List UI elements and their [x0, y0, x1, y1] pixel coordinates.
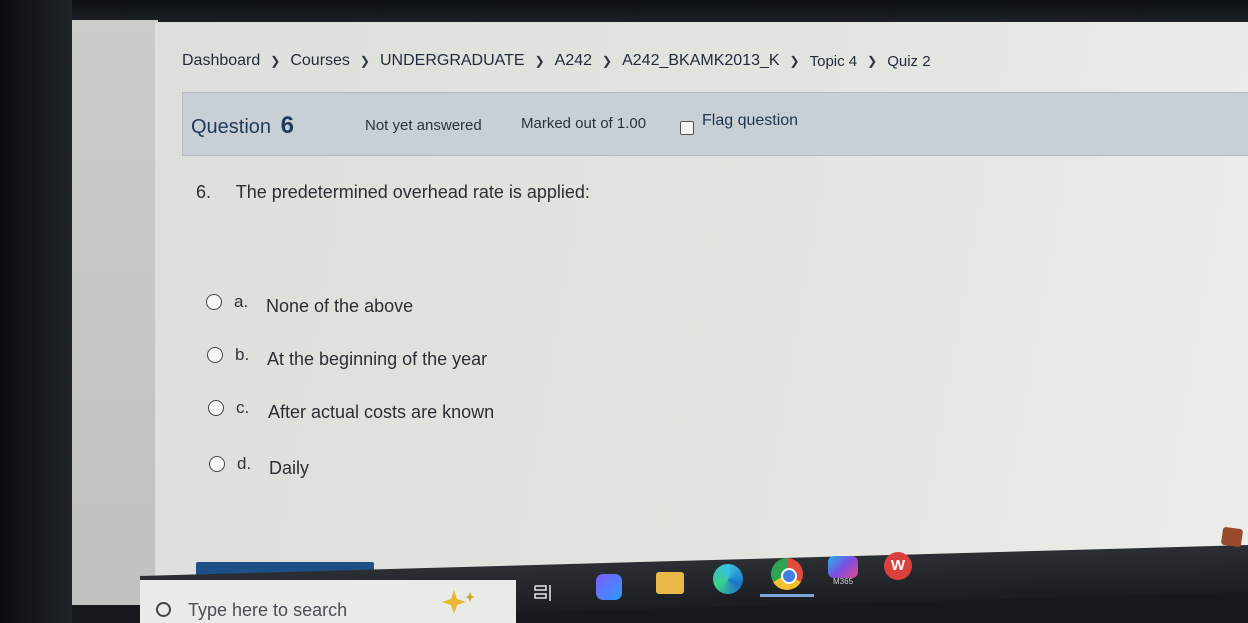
sticker-logo [1220, 526, 1244, 548]
question-info-bar: Question 6 Not yet answered Marked out o… [182, 92, 1248, 156]
monitor-bezel-left [0, 0, 72, 623]
chevron-right-icon: ❯ [534, 54, 545, 68]
chrome-icon[interactable] [771, 558, 803, 590]
chevron-right-icon: ❯ [867, 54, 878, 68]
copilot-sparkle-icon[interactable] [438, 586, 478, 616]
task-view-icon[interactable] [534, 583, 554, 603]
option-text: At the beginning of the year [267, 349, 488, 369]
question-title-prefix: Question [191, 116, 272, 138]
question-text: 6. The predetermined overhead rate is ap… [196, 182, 590, 203]
question-text-number: 6. [196, 182, 212, 202]
option-letter: a. [234, 291, 249, 311]
breadcrumb-topic[interactable]: Topic 4 [810, 53, 858, 70]
breadcrumb-quiz[interactable]: Quiz 2 [887, 53, 930, 70]
answer-option-b[interactable]: b. At the beginning of the year [207, 339, 487, 370]
file-explorer-icon[interactable] [656, 572, 684, 594]
taskbar-search-box[interactable]: Type here to search [140, 580, 516, 623]
option-letter: b. [235, 344, 250, 364]
flag-question-link[interactable]: Flag question [702, 112, 798, 130]
answer-option-c[interactable]: c. After actual costs are known [208, 392, 494, 423]
radio-button[interactable] [209, 455, 225, 472]
chevron-right-icon: ❯ [789, 54, 800, 68]
breadcrumb-course-code[interactable]: A242_BKAMK2013_K [622, 52, 779, 70]
breadcrumb-courses[interactable]: Courses [290, 52, 350, 70]
answer-option-a[interactable]: a. None of the above [206, 286, 413, 317]
drawer-strip [72, 20, 158, 605]
breadcrumb: Dashboard ❯ Courses ❯ UNDERGRADUATE ❯ A2… [182, 52, 931, 70]
chevron-right-icon: ❯ [602, 54, 613, 68]
chevron-right-icon: ❯ [270, 54, 281, 68]
radio-button[interactable] [207, 346, 223, 363]
flag-checkbox[interactable] [680, 121, 694, 135]
answer-option-d[interactable]: d. Daily [209, 448, 309, 479]
search-input[interactable]: Type here to search [188, 600, 347, 621]
option-text: None of the above [266, 296, 414, 316]
chevron-right-icon: ❯ [359, 54, 370, 68]
breadcrumb-undergraduate[interactable]: UNDERGRADUATE [380, 52, 525, 70]
m365-label: M365 [833, 577, 854, 586]
option-letter: c. [236, 397, 250, 417]
breadcrumb-a242[interactable]: A242 [555, 52, 592, 70]
option-text: After actual costs are known [268, 402, 495, 422]
radio-button[interactable] [206, 293, 222, 310]
radio-button[interactable] [208, 399, 224, 416]
option-letter: d. [237, 453, 252, 473]
breadcrumb-dashboard[interactable]: Dashboard [182, 52, 260, 70]
question-title: Question 6 [191, 112, 294, 140]
question-state: Not yet answered [365, 117, 482, 134]
question-number: 6 [280, 112, 294, 139]
wps-office-icon[interactable]: W [884, 552, 912, 580]
m365-icon[interactable] [828, 556, 858, 578]
question-marks: Marked out of 1.00 [521, 115, 647, 132]
fluent-app-icon[interactable] [596, 574, 622, 600]
monitor-bezel-top [0, 0, 1248, 24]
search-icon [156, 602, 171, 617]
active-app-indicator [760, 594, 814, 597]
option-text: Daily [269, 458, 310, 478]
question-text-body: The predetermined overhead rate is appli… [235, 182, 590, 202]
edge-icon[interactable] [713, 564, 743, 594]
